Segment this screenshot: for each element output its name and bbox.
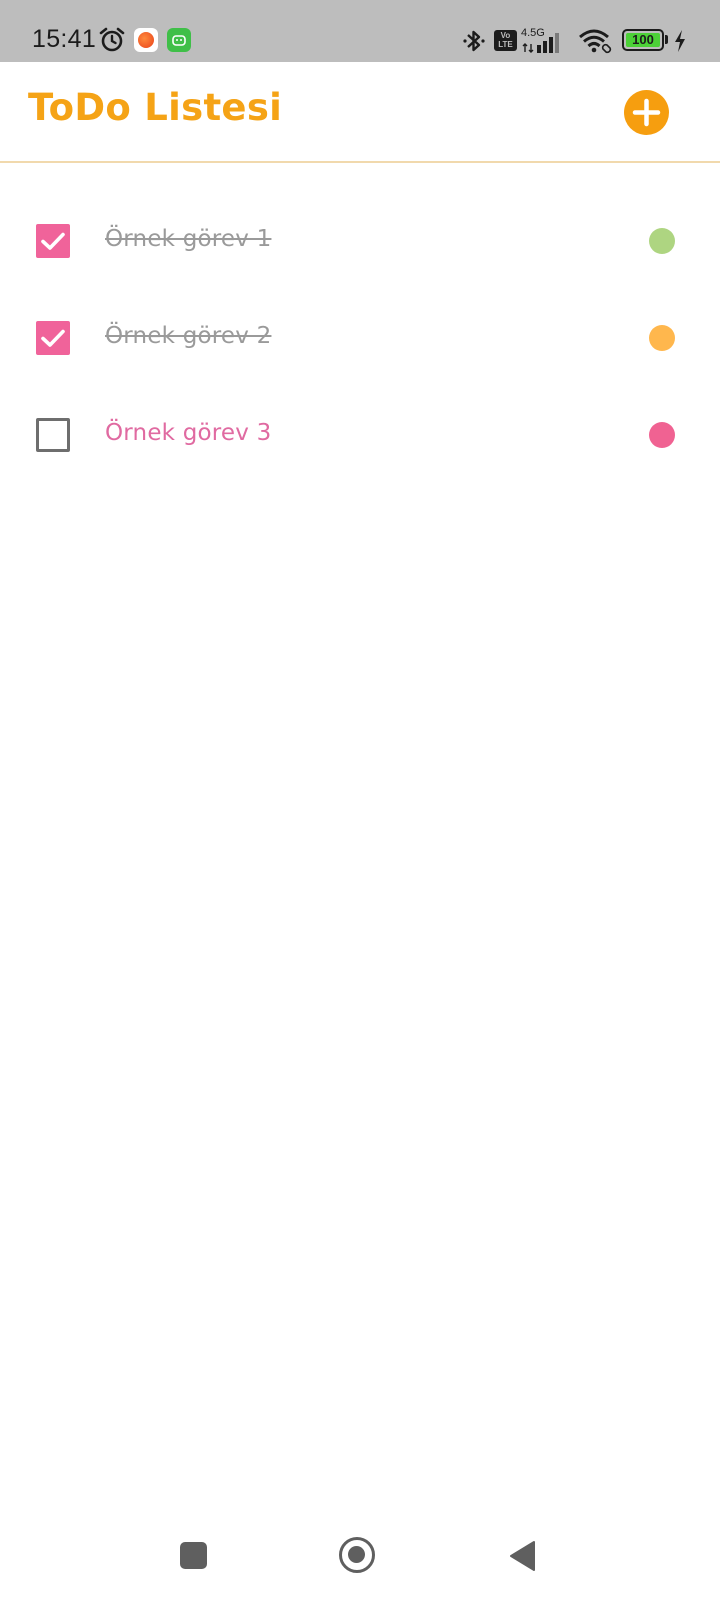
status-time: 15:41 (32, 25, 97, 53)
navigation-bar (0, 1500, 720, 1600)
bluetooth-icon (463, 30, 485, 52)
task-checkbox[interactable] (36, 224, 70, 258)
volte-top-text: Vo (500, 31, 511, 40)
page-title: ToDo Listesi (28, 86, 283, 129)
list-item[interactable]: Örnek görev 2 (0, 289, 720, 385)
alarm-icon (99, 27, 125, 52)
list-item[interactable]: Örnek görev 1 (0, 192, 720, 288)
android-notification-icon (167, 28, 191, 52)
signal-icon (522, 33, 559, 53)
home-icon[interactable] (339, 1537, 375, 1573)
add-task-button[interactable] (624, 90, 669, 135)
check-icon (41, 232, 65, 250)
priority-dot (649, 422, 675, 448)
volte-bottom-text: LTE (498, 40, 513, 49)
plus-circle-icon (632, 98, 661, 127)
check-icon (41, 329, 65, 347)
battery-level: 100 (626, 33, 660, 47)
status-bar: 15:41 Vo LTE 4.5G 100 (0, 0, 720, 62)
app-bar: ToDo Listesi (0, 62, 720, 163)
battery-icon: 100 (622, 29, 664, 51)
list-item[interactable]: Örnek görev 3 (0, 386, 720, 482)
recents-icon[interactable] (180, 1542, 207, 1569)
priority-dot (649, 228, 675, 254)
battery-tip (665, 35, 668, 44)
priority-dot (649, 325, 675, 351)
wifi-icon (579, 29, 612, 54)
volte-icon: Vo LTE (494, 30, 517, 51)
back-icon[interactable] (508, 1540, 536, 1572)
task-checkbox[interactable] (36, 321, 70, 355)
charging-icon (675, 30, 685, 52)
task-checkbox[interactable] (36, 418, 70, 452)
task-label: Örnek görev 1 (105, 226, 272, 252)
task-label: Örnek görev 2 (105, 323, 272, 349)
app-notification-icon (134, 28, 158, 52)
task-label: Örnek görev 3 (105, 420, 272, 446)
